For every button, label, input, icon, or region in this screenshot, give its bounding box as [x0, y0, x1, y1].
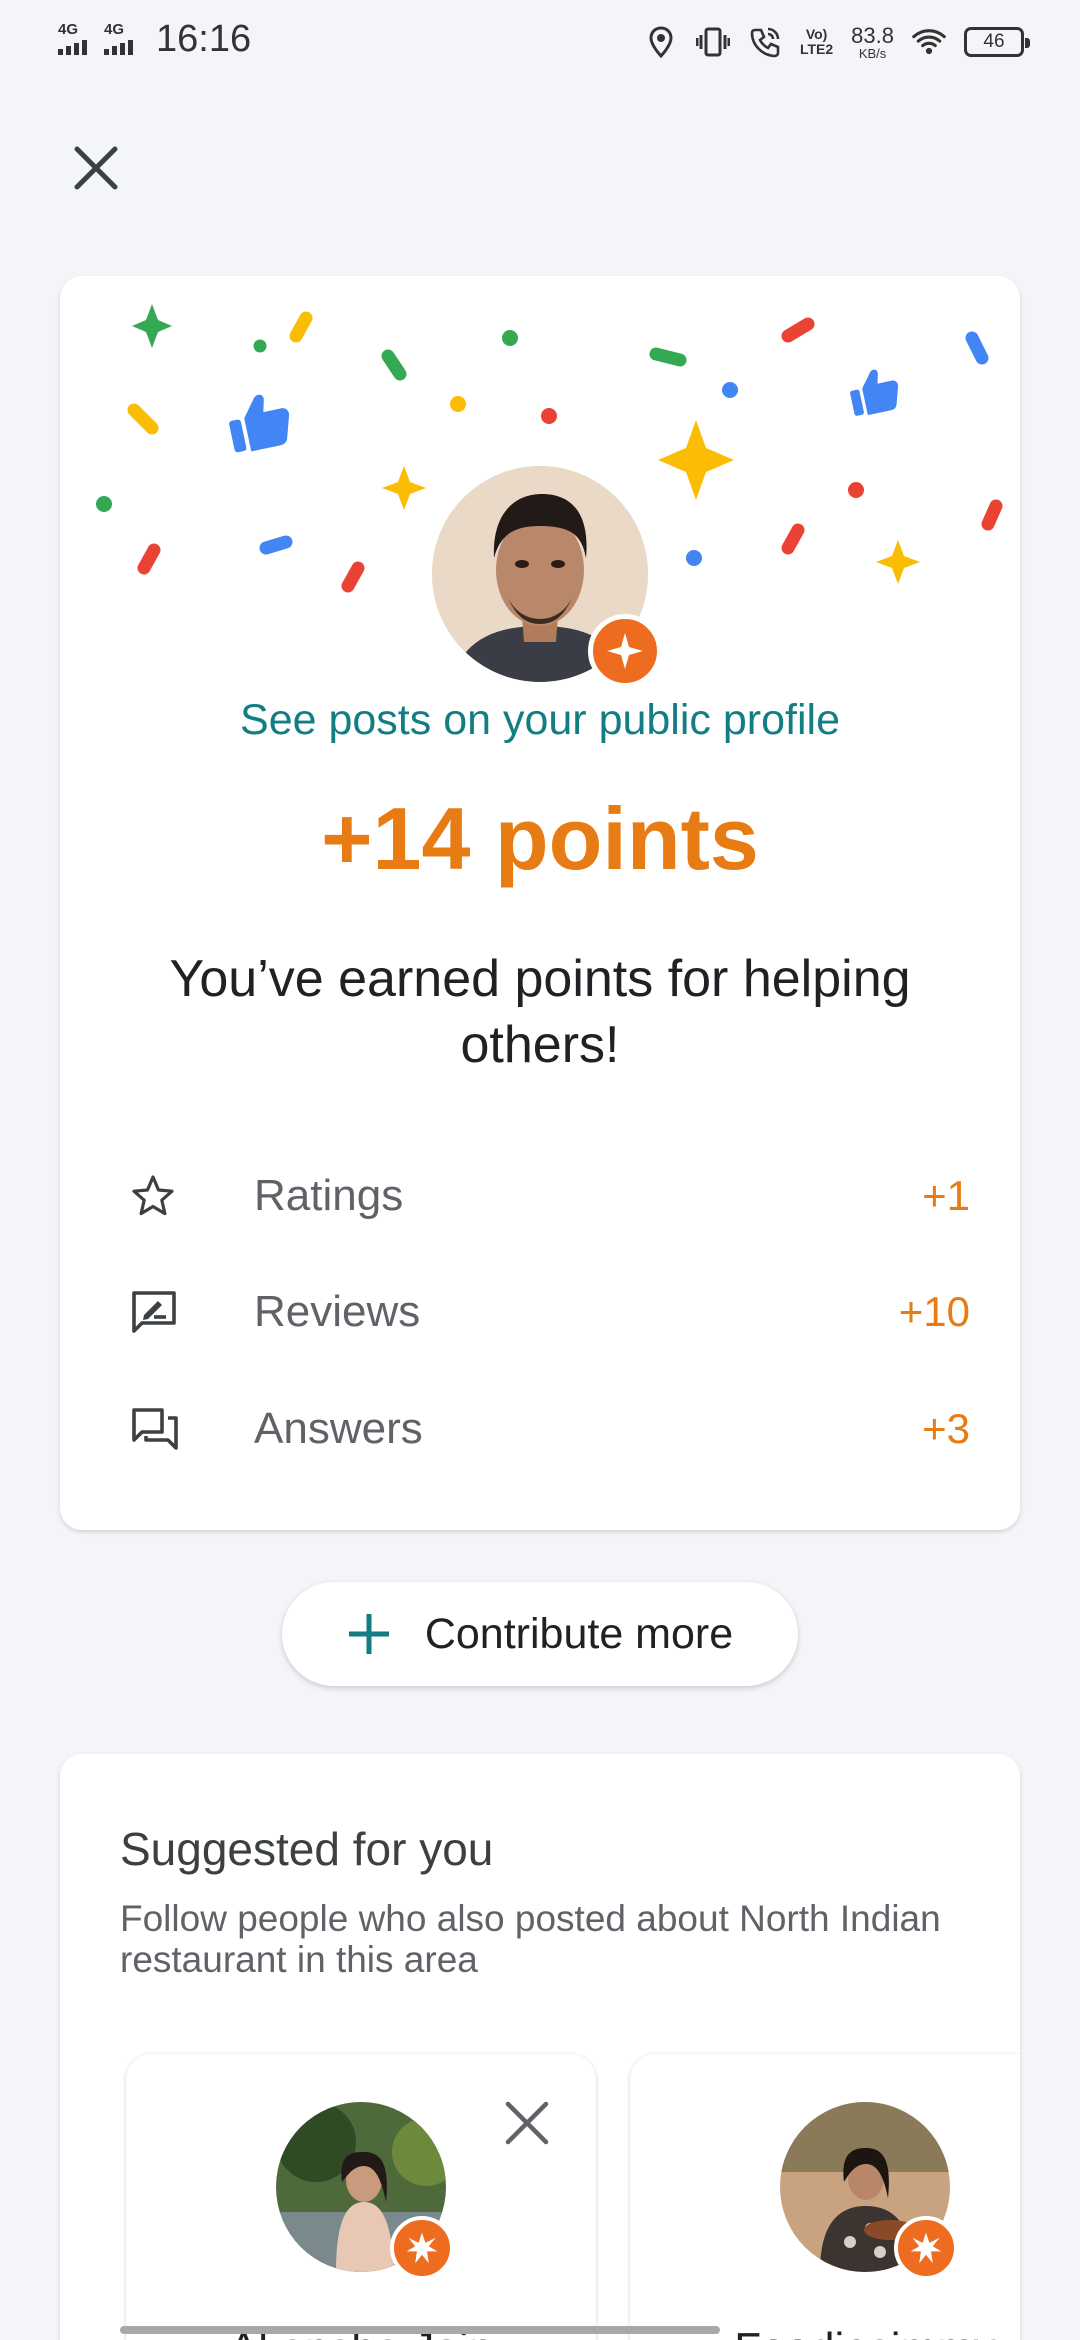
contribute-more-button[interactable]: Contribute more: [282, 1582, 798, 1686]
row-value: +1: [922, 1172, 970, 1219]
row-reviews: Reviews +10: [130, 1272, 970, 1352]
suggested-description: Follow people who also posted about Nort…: [120, 1898, 941, 1980]
signal-1-icon: 4G: [58, 19, 94, 61]
network-type-1: 4G: [58, 20, 79, 38]
answers-icon: [130, 1397, 194, 1461]
location-icon: [644, 22, 678, 62]
contribute-label: Contribute more: [424, 1609, 734, 1658]
suggested-section: Suggested for you Follow people who also…: [60, 1754, 1020, 2340]
review-icon: [130, 1280, 194, 1344]
status-time: 16:16: [156, 18, 252, 60]
dismiss-button[interactable]: [502, 2098, 552, 2148]
volte-indicator: Vo) LTE2: [800, 27, 833, 56]
suggested-title: Suggested for you: [120, 1823, 494, 1875]
close-button[interactable]: [66, 138, 126, 198]
volte-line1: Vo): [805, 26, 828, 43]
local-guide-badge-icon: [894, 2216, 958, 2280]
network-type-2: 4G: [104, 20, 125, 38]
wifi-icon: [912, 22, 946, 62]
speed-value: 83.8: [851, 22, 894, 48]
speed-unit: KB/s: [858, 45, 887, 61]
row-label: Ratings: [254, 1171, 404, 1220]
suggested-person-card[interactable]: Akansha Jain: [126, 2054, 596, 2340]
plus-icon: [348, 1614, 389, 1654]
earned-message: You’ve earned points for helping others!: [169, 950, 911, 1074]
profile-avatar[interactable]: [432, 466, 662, 688]
person-avatar[interactable]: [780, 2102, 958, 2280]
points-card: See posts on your public profile +14 poi…: [60, 276, 1020, 1530]
row-value: +3: [922, 1405, 970, 1452]
network-speed: 83.8 KB/s: [851, 22, 894, 61]
gesture-bar: [120, 2326, 720, 2334]
close-icon: [505, 2101, 549, 2145]
public-profile-link[interactable]: See posts on your public profile: [60, 696, 1020, 745]
points-earned: +14 points: [321, 789, 759, 888]
row-ratings: Ratings +1: [130, 1156, 970, 1236]
person-avatar[interactable]: [276, 2102, 454, 2280]
signal-2-icon: 4G: [104, 19, 140, 61]
close-icon: [74, 146, 118, 190]
star-outline-icon: [130, 1164, 194, 1228]
local-guide-badge-icon: [390, 2216, 454, 2280]
battery-icon: 46: [964, 27, 1030, 57]
battery-level: 46: [983, 31, 1005, 52]
wifi-calling-icon: [748, 22, 782, 62]
row-label: Reviews: [254, 1287, 421, 1336]
status-bar: 4G 4G 16:16 Vo) LTE2 83.8 KB/s 46: [0, 0, 1080, 84]
row-label: Answers: [254, 1404, 423, 1453]
row-value: +10: [898, 1288, 970, 1335]
row-answers: Answers +3: [130, 1389, 970, 1469]
local-guide-badge-icon: [588, 614, 662, 688]
vibrate-icon: [695, 22, 730, 62]
suggested-person-card[interactable]: Foodiesimmy: [630, 2054, 1020, 2340]
volte-line2: LTE2: [799, 41, 834, 57]
